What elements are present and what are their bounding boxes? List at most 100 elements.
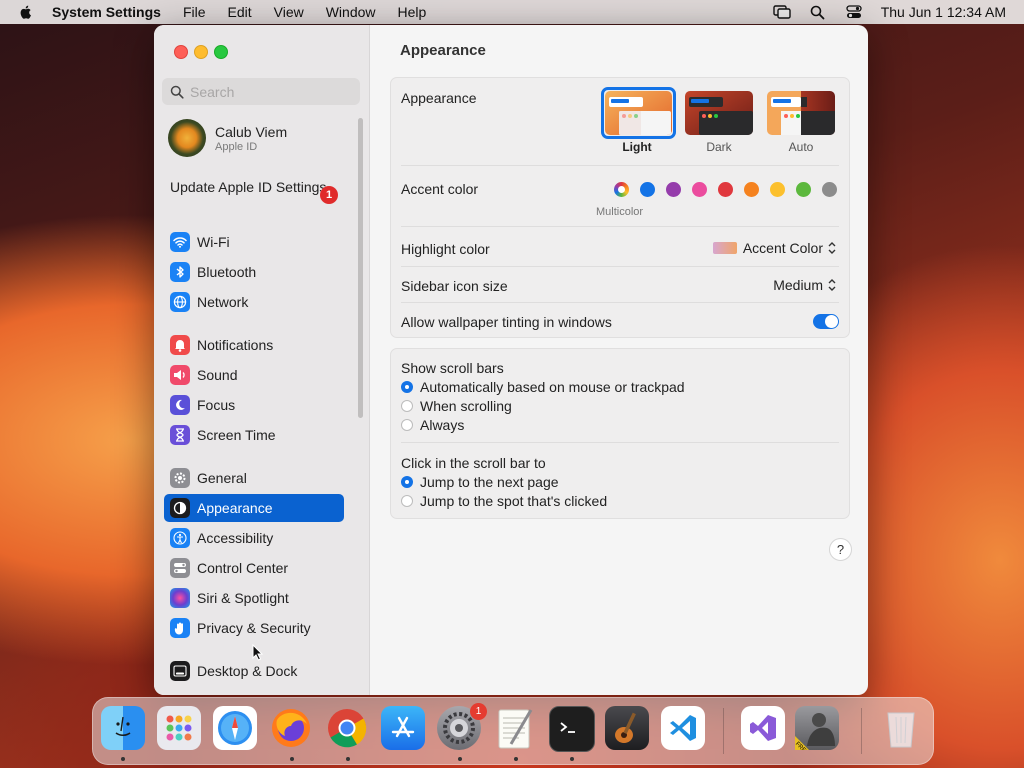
- dock-settings-badge: 1: [470, 703, 487, 720]
- menu-clock[interactable]: Thu Jun 1 12:34 AM: [881, 4, 1006, 20]
- spotlight-search-icon[interactable]: [809, 4, 827, 20]
- accent-multicolor-swatch[interactable]: [614, 182, 629, 197]
- update-badge: 1: [320, 186, 338, 204]
- close-window-button[interactable]: [174, 45, 188, 59]
- dock-unity-free-icon[interactable]: FREE: [795, 706, 839, 750]
- dock-visual-studio-icon[interactable]: [741, 706, 785, 750]
- accent-pink-swatch[interactable]: [692, 182, 707, 197]
- scroll-bar-settings-card: Show scroll bars Automatically based on …: [390, 348, 850, 519]
- menu-edit[interactable]: Edit: [228, 4, 252, 20]
- wifi-icon: [170, 232, 190, 252]
- dock-chrome-icon[interactable]: [325, 706, 369, 750]
- dock-safari-icon[interactable]: [213, 706, 257, 750]
- search-placeholder: Search: [190, 83, 235, 100]
- dock-vscode-icon[interactable]: [661, 706, 705, 750]
- sidebar-item-general[interactable]: General: [164, 464, 344, 492]
- scroll-bars-when-scrolling-radio[interactable]: When scrolling: [401, 398, 512, 414]
- accent-color-label: Accent color: [401, 181, 479, 197]
- switches-icon: [170, 558, 190, 578]
- sidebar-item-label: Control Center: [197, 560, 289, 576]
- hand-icon: [170, 618, 190, 638]
- sidebar-item-sound[interactable]: Sound: [164, 361, 344, 389]
- accent-graphite-swatch[interactable]: [822, 182, 837, 197]
- menu-view[interactable]: View: [274, 4, 304, 20]
- page-title: Appearance: [400, 42, 486, 59]
- radio-label: When scrolling: [420, 398, 512, 414]
- radio-label: Always: [420, 417, 465, 433]
- appearance-dark-option[interactable]: [685, 91, 753, 135]
- help-button[interactable]: ?: [829, 538, 852, 561]
- gear-icon: [170, 468, 190, 488]
- jump-next-page-radio[interactable]: Jump to the next page: [401, 474, 559, 490]
- divider: [401, 266, 839, 267]
- search-icon: [170, 85, 184, 99]
- dock-running-indicator: [458, 757, 462, 761]
- accent-green-swatch[interactable]: [796, 182, 811, 197]
- dock-launchpad-icon[interactable]: [157, 706, 201, 750]
- appearance-auto-option[interactable]: [767, 91, 835, 135]
- highlight-color-value: Accent Color: [742, 240, 823, 256]
- appearance-settings-card: Appearance Light Dark Auto Accent color: [390, 77, 850, 338]
- menu-app-name[interactable]: System Settings: [52, 4, 161, 20]
- wallpaper-tinting-toggle[interactable]: [813, 314, 839, 329]
- search-input[interactable]: Search: [162, 78, 360, 105]
- dock-firefox-icon[interactable]: [269, 706, 313, 750]
- radio-label: Automatically based on mouse or trackpad: [420, 379, 685, 395]
- sidebar-icon-size-popup[interactable]: Medium: [773, 277, 837, 293]
- sidebar-item-privacy-security[interactable]: Privacy & Security: [164, 614, 344, 642]
- sidebar-item-network[interactable]: Network: [164, 288, 344, 316]
- dock-terminal-icon[interactable]: [549, 706, 595, 752]
- menu-help[interactable]: Help: [398, 4, 427, 20]
- control-center-icon[interactable]: [845, 4, 863, 20]
- sidebar-item-appearance[interactable]: Appearance: [164, 494, 344, 522]
- dock-app-store-icon[interactable]: [381, 706, 425, 750]
- jump-spot-clicked-radio[interactable]: Jump to the spot that's clicked: [401, 493, 607, 509]
- dock-separator: [861, 708, 862, 754]
- sidebar-item-wifi[interactable]: Wi-Fi: [164, 228, 344, 256]
- sidebar-item-label: Bluetooth: [197, 264, 257, 280]
- apple-id-profile[interactable]: Calub Viem Apple ID: [168, 119, 287, 157]
- update-apple-id-settings[interactable]: Update Apple ID Settings: [170, 179, 340, 195]
- accent-blue-swatch[interactable]: [640, 182, 655, 197]
- profile-subtitle: Apple ID: [215, 140, 258, 153]
- accent-purple-swatch[interactable]: [666, 182, 681, 197]
- apple-icon[interactable]: [18, 4, 34, 20]
- divider: [401, 442, 839, 443]
- highlight-color-popup[interactable]: Accent Color: [712, 240, 837, 256]
- siri-icon: [170, 588, 190, 608]
- appearance-light-option[interactable]: [605, 91, 672, 135]
- menu-bar: System Settings File Edit View Window He…: [0, 0, 1024, 24]
- sidebar-item-focus[interactable]: Focus: [164, 391, 344, 419]
- menu-file[interactable]: File: [183, 4, 206, 20]
- appearance-light-label: Light: [622, 140, 652, 154]
- menu-window[interactable]: Window: [326, 4, 376, 20]
- avatar: [168, 119, 206, 157]
- sidebar-item-label: General: [197, 470, 247, 486]
- sidebar-item-screen-time[interactable]: Screen Time: [164, 421, 344, 449]
- dock-finder-icon[interactable]: [101, 706, 145, 750]
- divider: [401, 165, 839, 166]
- sidebar-item-siri-spotlight[interactable]: Siri & Spotlight: [164, 584, 344, 612]
- scroll-bars-automatic-radio[interactable]: Automatically based on mouse or trackpad: [401, 379, 685, 395]
- dock-running-indicator: [346, 757, 350, 761]
- minimize-window-button[interactable]: [194, 45, 208, 59]
- zoom-window-button[interactable]: [214, 45, 228, 59]
- sidebar-item-accessibility[interactable]: Accessibility: [164, 524, 344, 552]
- dock-trash-icon[interactable]: [879, 706, 923, 750]
- dock-garageband-icon[interactable]: [605, 706, 649, 750]
- sidebar-item-control-center[interactable]: Control Center: [164, 554, 344, 582]
- dock-textedit-icon[interactable]: [493, 706, 537, 750]
- screen-mirroring-icon[interactable]: [772, 4, 791, 20]
- chevron-updown-icon: [828, 242, 836, 254]
- sidebar-scrollbar[interactable]: [358, 118, 363, 418]
- accessibility-icon: [170, 528, 190, 548]
- bluetooth-icon: [170, 262, 190, 282]
- scroll-bars-always-radio[interactable]: Always: [401, 417, 464, 433]
- sidebar-item-bluetooth[interactable]: Bluetooth: [164, 258, 344, 286]
- accent-orange-swatch[interactable]: [744, 182, 759, 197]
- accent-red-swatch[interactable]: [718, 182, 733, 197]
- sidebar-item-notifications[interactable]: Notifications: [164, 331, 344, 359]
- accent-yellow-swatch[interactable]: [770, 182, 785, 197]
- multicolor-label: Multicolor: [596, 206, 644, 218]
- sidebar-item-label: Desktop & Dock: [197, 663, 298, 679]
